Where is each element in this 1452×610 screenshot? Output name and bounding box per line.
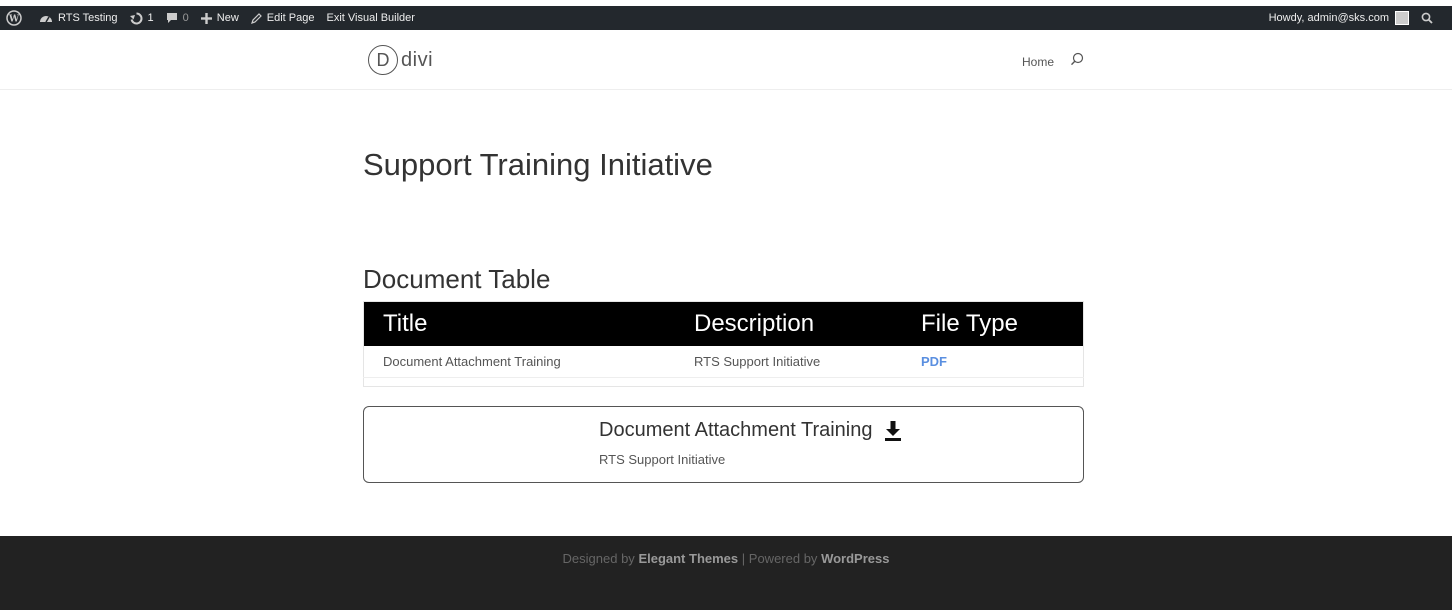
admin-bar-site-link[interactable]: RTS Testing (33, 6, 124, 30)
document-card: Document Attachment Training RTS Support… (363, 406, 1084, 483)
pencil-icon (250, 12, 262, 24)
new-label: New (216, 12, 239, 24)
dashboard-icon (40, 16, 52, 23)
column-header-file-type: File Type (902, 301, 1084, 346)
admin-bar-edit-page[interactable]: Edit Page (245, 6, 321, 30)
column-header-description: Description (675, 301, 902, 346)
footer-platform-link[interactable]: WordPress (821, 551, 889, 566)
site-name: RTS Testing (58, 12, 118, 24)
howdy-label: Howdy, admin@sks.com (1268, 12, 1389, 24)
admin-bar-comments[interactable]: 0 (160, 6, 195, 30)
download-icon[interactable] (884, 420, 902, 441)
nav-search-icon[interactable] (1070, 52, 1084, 71)
spacer-cell (364, 378, 1084, 387)
footer-designed-by: Designed by (562, 551, 635, 566)
admin-bar-updates[interactable]: 1 (124, 6, 160, 30)
site-logo[interactable]: D divi (368, 45, 433, 75)
page-title: Support Training Initiative (363, 147, 713, 182)
edit-page-label: Edit Page (266, 12, 315, 24)
svg-text:W: W (8, 15, 20, 25)
admin-bar-account[interactable]: Howdy, admin@sks.com (1263, 6, 1415, 30)
site-footer: Designed by Elegant Themes | Powered by … (0, 536, 1452, 610)
table-row: Document Attachment Training RTS Support… (363, 346, 1084, 378)
nav-home-link[interactable]: Home (1022, 55, 1054, 69)
site-header: D divi Home (0, 30, 1452, 90)
comments-count: 0 (182, 12, 189, 24)
card-title: Document Attachment Training (599, 419, 873, 441)
search-icon (1421, 12, 1433, 24)
table-spacer-row (364, 378, 1084, 387)
wordpress-logo-icon[interactable]: W (0, 6, 33, 30)
updates-count: 1 (147, 12, 154, 24)
section-title: Document Table (363, 264, 551, 294)
footer-powered-by: Powered by (748, 551, 818, 566)
admin-bar-new[interactable]: New (195, 6, 245, 30)
column-header-title: Title (363, 301, 675, 346)
card-title-row: Document Attachment Training (599, 419, 902, 442)
document-table: Title Description File Type Document Att… (363, 301, 1084, 387)
admin-bar-exit-visual-builder[interactable]: Exit Visual Builder (320, 6, 420, 30)
pdf-link[interactable]: PDF (921, 354, 947, 369)
logo-text: divi (401, 48, 434, 71)
card-description: RTS Support Initiative (599, 452, 726, 467)
logo-circle: D (368, 45, 398, 75)
wp-admin-bar: W RTS Testing 1 0 New Edit Page Exit Vis… (0, 6, 1452, 30)
footer-theme-link[interactable]: Elegant Themes (638, 551, 738, 566)
updates-icon (129, 12, 142, 24)
comment-icon (166, 13, 177, 23)
logo-letter: D (376, 49, 390, 70)
table-header-row: Title Description File Type (363, 301, 1084, 346)
cell-file-type: PDF (902, 346, 1084, 378)
plus-icon (200, 12, 212, 24)
cell-title: Document Attachment Training (363, 346, 675, 378)
cell-description: RTS Support Initiative (675, 346, 902, 378)
footer-separator: | (741, 551, 746, 566)
avatar (1395, 11, 1409, 25)
admin-bar-search[interactable] (1415, 6, 1444, 30)
footer-credits: Designed by Elegant Themes | Powered by … (0, 551, 1452, 566)
main-nav: Home (1022, 52, 1084, 71)
exit-builder-label: Exit Visual Builder (326, 12, 415, 24)
